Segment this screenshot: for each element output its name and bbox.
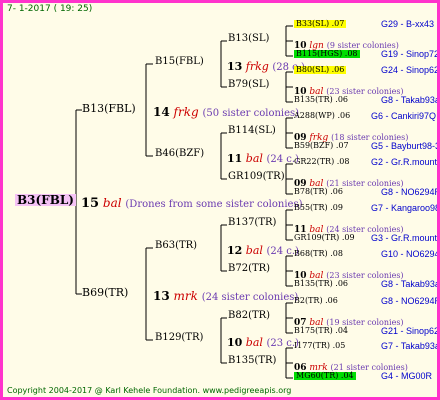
l4-dam-id-6: G21 - Sinop62R <box>381 326 440 336</box>
l4-father-id-0: G29 - B-xx43 <box>381 19 435 29</box>
l4-dam-7: MG60(TR) .04 <box>294 371 356 380</box>
l4-dam-2: B59(BZF) .07 <box>294 141 349 150</box>
l4-father-7: I177(TR) .05 <box>294 341 346 350</box>
l4-father-6: B2(TR) .06 <box>294 296 338 305</box>
l2-mark-3-year: 10 <box>227 336 243 349</box>
pedigree-frame: 7- 1-2017 ( 19: 25) Copyright 2004-2017 … <box>0 0 440 400</box>
l4-dam-id-4: G3 - Gr.R.mounta <box>371 233 440 243</box>
l2-mark-1: 11 bal (24 c.) <box>227 149 299 165</box>
footer-copyright: Copyright 2004-2017 @ Karl Kehele Founda… <box>7 386 292 395</box>
l2-mark-3-mark: bal <box>242 336 267 349</box>
l1-mark-0-note: (50 sister colonies) <box>202 108 300 119</box>
l2-mark-1-mark: bal <box>242 152 267 165</box>
l3-name-6: B82(TR) <box>228 310 271 321</box>
l4-dam-id-0: G19 - Sinop72R <box>381 49 440 59</box>
l4-father-5: B68(TR) .08 <box>294 249 343 258</box>
l1-name-0: B13(FBL) <box>82 102 136 115</box>
l4-dam-id-3: G8 - NO6294R <box>381 187 440 197</box>
l4-dam-id-5: G8 - Takab93aR <box>381 279 440 289</box>
l3-name-4: B137(TR) <box>228 217 277 228</box>
l1-mark-1-year: 13 <box>153 289 170 303</box>
l2-name-3: B129(TR) <box>155 332 204 343</box>
l4-father-id-7: G7 - Takab93aR <box>381 341 440 351</box>
l1-mark-1-note: (24 sister colonies) <box>201 292 299 303</box>
root-name: B3(FBL) <box>15 193 76 207</box>
l4-father-1: B80(SL) .06 <box>294 65 347 74</box>
l1-name-1: B69(TR) <box>82 286 129 299</box>
l3-name-0: B13(SL) <box>228 33 270 44</box>
root-mark-note: (Drones from some sister colonies) <box>125 199 303 210</box>
l2-mark-2: 12 bal (24 c.) <box>227 241 299 257</box>
l2-name-1: B46(BZF) <box>155 148 205 159</box>
l4-dam-5: B135(TR) .06 <box>294 279 349 288</box>
l4-dam-id-2: G5 - Bayburt98-3 <box>371 141 440 151</box>
l4-dam-6: B175(TR) .04 <box>294 326 349 335</box>
l4-dam-1: B135(TR) .06 <box>294 95 349 104</box>
l1-mark-0-mark: frkg <box>169 105 203 119</box>
l4-father-3: GR22(TR) .08 <box>294 157 350 166</box>
l2-name-2: B63(TR) <box>155 240 198 251</box>
l4-father-id-1: G24 - Sinop62R <box>381 65 440 75</box>
l2-name-0: B15(FBL) <box>155 56 204 67</box>
l2-mark-1-year: 11 <box>227 152 243 165</box>
l4-dam-id-7: G4 - MG00R <box>381 371 433 381</box>
l4-father-0: B33(SL) .07 <box>294 19 347 28</box>
l3-name-7: B135(TR) <box>228 355 277 366</box>
l4-father-4: B55(TR) .09 <box>294 203 343 212</box>
l4-father-id-2: G6 - Cankiri97Q <box>371 111 437 121</box>
l2-mark-2-year: 12 <box>227 244 243 257</box>
l3-name-5: B72(TR) <box>228 263 271 274</box>
l1-mark-1: 13 mrk (24 sister colonies) <box>153 287 298 303</box>
l1-mark-1-mark: mrk <box>169 289 202 303</box>
root-mark: 15 bal (Drones from some sister colonies… <box>81 194 302 210</box>
l4-dam-3: B78(TR) .06 <box>294 187 343 196</box>
l1-mark-0: 14 frkg (50 sister colonies) <box>153 103 299 119</box>
l4-dam-4: GR109(TR) .09 <box>294 233 355 242</box>
root-mark-year: 15 <box>81 196 100 211</box>
l4-father-id-5: G10 - NO6294R <box>381 249 440 259</box>
l2-mark-0-mark: frkg <box>242 60 273 73</box>
l4-father-id-4: G7 - Kangaroo98R <box>371 203 440 213</box>
l2-mark-2-mark: bal <box>242 244 267 257</box>
l4-dam-id-1: G8 - Takab93aR <box>381 95 440 105</box>
l3-name-1: B79(SL) <box>228 79 270 90</box>
l4-dam-0: B115(HGS) .08 <box>294 49 360 58</box>
l4-father-2: A288(WP) .06 <box>294 111 351 120</box>
l2-mark-3: 10 bal (23 c.) <box>227 333 299 349</box>
l3-name-2: B114(SL) <box>228 125 276 136</box>
l1-mark-0-year: 14 <box>153 105 170 119</box>
l4-father-id-6: G8 - NO6294R <box>381 296 440 306</box>
root-mark-mark: bal <box>99 196 126 210</box>
l4-father-id-3: G2 - Gr.R.mounta <box>371 157 440 167</box>
l2-mark-0-year: 13 <box>227 60 243 73</box>
l3-name-3: GR109(TR) <box>228 171 285 182</box>
